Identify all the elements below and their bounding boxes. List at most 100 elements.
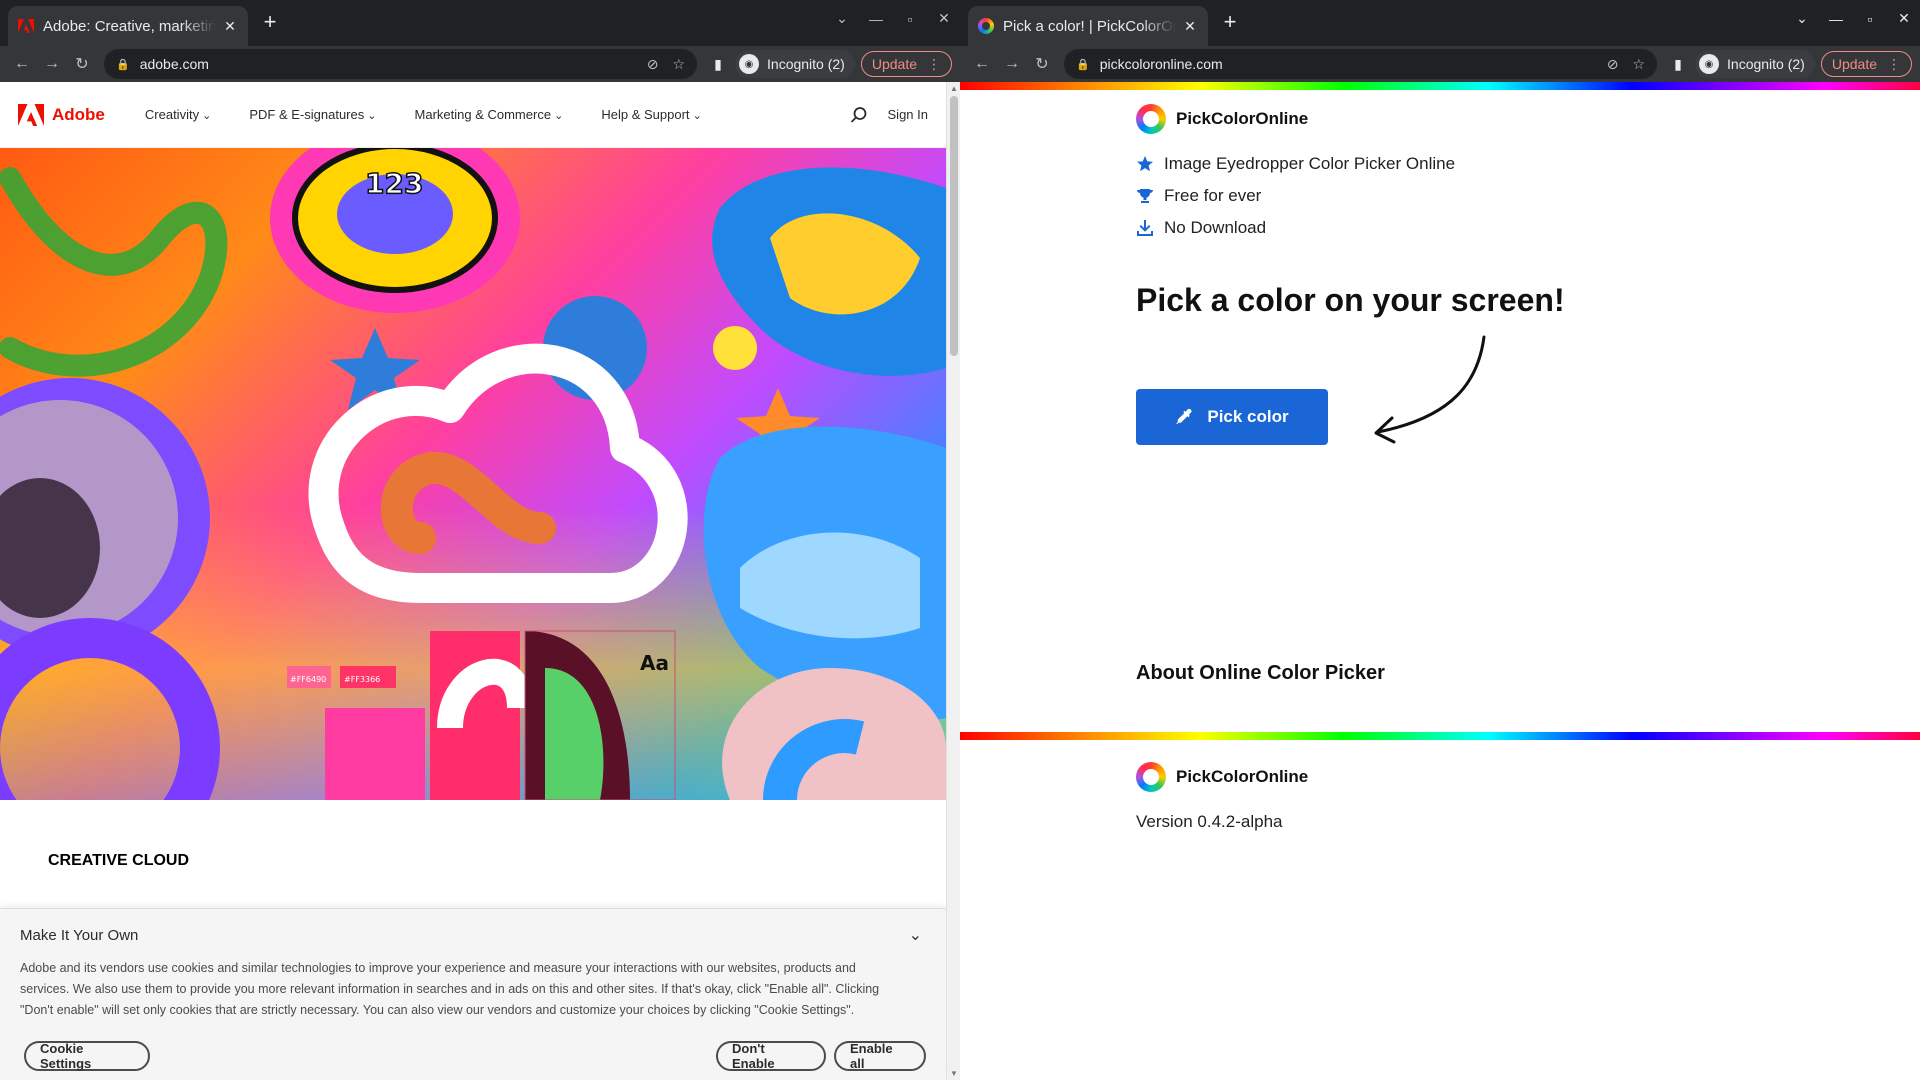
star-icon <box>1137 156 1153 172</box>
search-icon[interactable] <box>850 106 868 124</box>
tab-adobe[interactable]: Adobe: Creative, marketing and document … <box>8 6 248 46</box>
browser-toolbar: ← → ↻ 🔒 adobe.com ⊘ ☆ ▮ ◉ Incognito (2) … <box>0 46 960 82</box>
address-bar[interactable]: 🔒 adobe.com ⊘ ☆ <box>104 49 698 79</box>
tab-close-icon[interactable]: ✕ <box>1182 18 1198 35</box>
download-icon <box>1137 220 1153 236</box>
scroll-down-icon[interactable]: ▼ <box>950 1069 958 1078</box>
hero-badge-text: 123 <box>365 167 423 200</box>
page-scrollbar[interactable]: ▲ ▼ <box>946 82 960 1080</box>
feature-text: Free for ever <box>1164 186 1262 205</box>
curved-arrow-icon <box>1374 335 1486 444</box>
feature-text: No Download <box>1164 218 1267 237</box>
browser-window-pickcolor: Pick a color! | PickColorOnline.com ✕ + … <box>960 0 1920 1080</box>
enable-all-button[interactable]: Enable all <box>834 1041 926 1071</box>
adobe-logo[interactable]: Adobe <box>18 103 105 126</box>
title-bar: Pick a color! | PickColorOnline.com ✕ + … <box>960 0 1920 46</box>
tab-title: Pick a color! | PickColorOnline.com <box>1003 17 1176 35</box>
cookie-body: Adobe and its vendors use cookies and si… <box>20 961 880 1017</box>
new-tab-icon[interactable]: + <box>258 10 282 34</box>
color-ring-logo-icon <box>1136 104 1166 134</box>
update-button[interactable]: Update ⋮ <box>860 51 952 77</box>
rainbow-bar-top <box>960 82 1920 90</box>
address-bar[interactable]: 🔒 pickcoloronline.com ⊘ ☆ <box>1064 49 1658 79</box>
cookie-title: Make It Your Own <box>20 927 139 944</box>
menu-kebab-icon: ⋮ <box>1887 55 1901 72</box>
url-text[interactable]: pickcoloronline.com <box>1100 56 1593 72</box>
back-icon[interactable]: ← <box>8 50 36 78</box>
window-controls: ⌄ — ▫ ✕ <box>1792 10 1914 27</box>
back-icon[interactable]: ← <box>968 50 996 78</box>
reload-icon[interactable]: ↻ <box>68 50 96 78</box>
section-label-creative-cloud: CREATIVE CLOUD <box>48 852 190 869</box>
tracking-off-icon[interactable]: ⊘ <box>647 56 659 73</box>
nav-help-support[interactable]: Help & Support <box>601 107 701 122</box>
footer-brand[interactable]: PickColorOnline <box>1136 762 1308 792</box>
maximize-icon[interactable]: ▫ <box>900 11 920 27</box>
bookmark-star-icon[interactable]: ☆ <box>1632 56 1645 73</box>
cookie-collapse-icon[interactable]: ⌄ <box>909 925 922 945</box>
dont-enable-button[interactable]: Don't Enable <box>716 1041 826 1071</box>
menu-kebab-icon: ⋮ <box>927 55 941 72</box>
nav-pdf-esignatures[interactable]: PDF & E-signatures <box>249 107 376 122</box>
incognito-label: Incognito (2) <box>767 56 845 72</box>
side-panel-icon[interactable]: ▮ <box>1667 56 1689 73</box>
minimize-icon[interactable]: — <box>866 11 886 27</box>
adobe-global-nav: Adobe Creativity PDF & E-signatures Mark… <box>0 82 946 148</box>
incognito-indicator[interactable]: ◉ Incognito (2) <box>735 50 855 78</box>
close-window-icon[interactable]: ✕ <box>934 10 954 27</box>
close-window-icon[interactable]: ✕ <box>1894 10 1914 27</box>
adobe-wordmark: Adobe <box>52 104 105 124</box>
bookmark-star-icon[interactable]: ☆ <box>672 56 685 73</box>
pick-color-button[interactable]: Pick color <box>1136 389 1328 445</box>
lock-icon[interactable]: 🔒 <box>116 58 130 71</box>
title-bar: Adobe: Creative, marketing and document … <box>0 0 960 46</box>
feature-item: No Download <box>1136 218 1266 238</box>
cookie-settings-button[interactable]: Cookie Settings <box>24 1041 150 1071</box>
nav-marketing-commerce[interactable]: Marketing & Commerce <box>415 107 564 122</box>
feature-text: Image Eyedropper Color Picker Online <box>1164 154 1456 173</box>
browser-window-adobe: Adobe: Creative, marketing and document … <box>0 0 960 1080</box>
forward-icon[interactable]: → <box>998 50 1026 78</box>
update-button[interactable]: Update ⋮ <box>1820 51 1912 77</box>
about-heading: About Online Color Picker <box>1136 662 1385 684</box>
cookie-banner: Make It Your Own ⌄ Adobe and its vendors… <box>0 908 946 1080</box>
scroll-up-icon[interactable]: ▲ <box>950 84 958 93</box>
maximize-icon[interactable]: ▫ <box>1860 11 1880 27</box>
incognito-icon: ◉ <box>1699 54 1720 74</box>
url-text[interactable]: adobe.com <box>140 56 633 72</box>
site-brand[interactable]: PickColorOnline <box>1136 104 1308 134</box>
scrollbar-thumb[interactable] <box>950 96 958 356</box>
browser-toolbar: ← → ↻ 🔒 pickcoloronline.com ⊘ ☆ ▮ ◉ Inco… <box>960 46 1920 82</box>
lock-icon[interactable]: 🔒 <box>1076 58 1090 71</box>
tracking-off-icon[interactable]: ⊘ <box>1607 56 1619 73</box>
font-sample-aa: Aa <box>640 651 669 675</box>
incognito-label: Incognito (2) <box>1727 56 1805 72</box>
pick-color-label: Pick color <box>1207 407 1289 426</box>
adobe-menu: Creativity PDF & E-signatures Marketing … <box>145 107 702 122</box>
tab-pickcolor[interactable]: Pick a color! | PickColorOnline.com ✕ <box>968 6 1208 46</box>
incognito-indicator[interactable]: ◉ Incognito (2) <box>1695 50 1815 78</box>
version-text: Version 0.4.2-alpha <box>1136 812 1283 831</box>
eyedropper-icon <box>1176 408 1192 425</box>
nav-creativity[interactable]: Creativity <box>145 107 211 122</box>
minimize-icon[interactable]: — <box>1826 11 1846 27</box>
adobe-logo-icon <box>18 103 44 126</box>
new-tab-icon[interactable]: + <box>1218 10 1242 34</box>
page-heading: Pick a color on your screen! <box>1136 282 1565 318</box>
color-ring-logo-icon <box>1136 762 1166 792</box>
side-panel-icon[interactable]: ▮ <box>707 56 729 73</box>
forward-icon[interactable]: → <box>38 50 66 78</box>
hero-artwork: 123 #FF6490 #FF3366 Aa <box>0 148 946 800</box>
reload-icon[interactable]: ↻ <box>1028 50 1056 78</box>
tab-search-icon[interactable]: ⌄ <box>832 10 852 27</box>
tab-title: Adobe: Creative, marketing and document … <box>43 17 216 35</box>
update-label: Update <box>1831 56 1877 72</box>
feature-item: Free for ever <box>1136 186 1261 206</box>
adobe-page: Adobe Creativity PDF & E-signatures Mark… <box>0 82 946 1080</box>
sign-in-link[interactable]: Sign In <box>888 107 928 122</box>
tab-search-icon[interactable]: ⌄ <box>1792 10 1812 27</box>
tab-close-icon[interactable]: ✕ <box>222 18 238 35</box>
swatch-label-1: #FF6490 <box>290 675 326 684</box>
swatch-label-2: #FF3366 <box>344 675 380 684</box>
feature-item: Image Eyedropper Color Picker Online <box>1136 154 1455 174</box>
